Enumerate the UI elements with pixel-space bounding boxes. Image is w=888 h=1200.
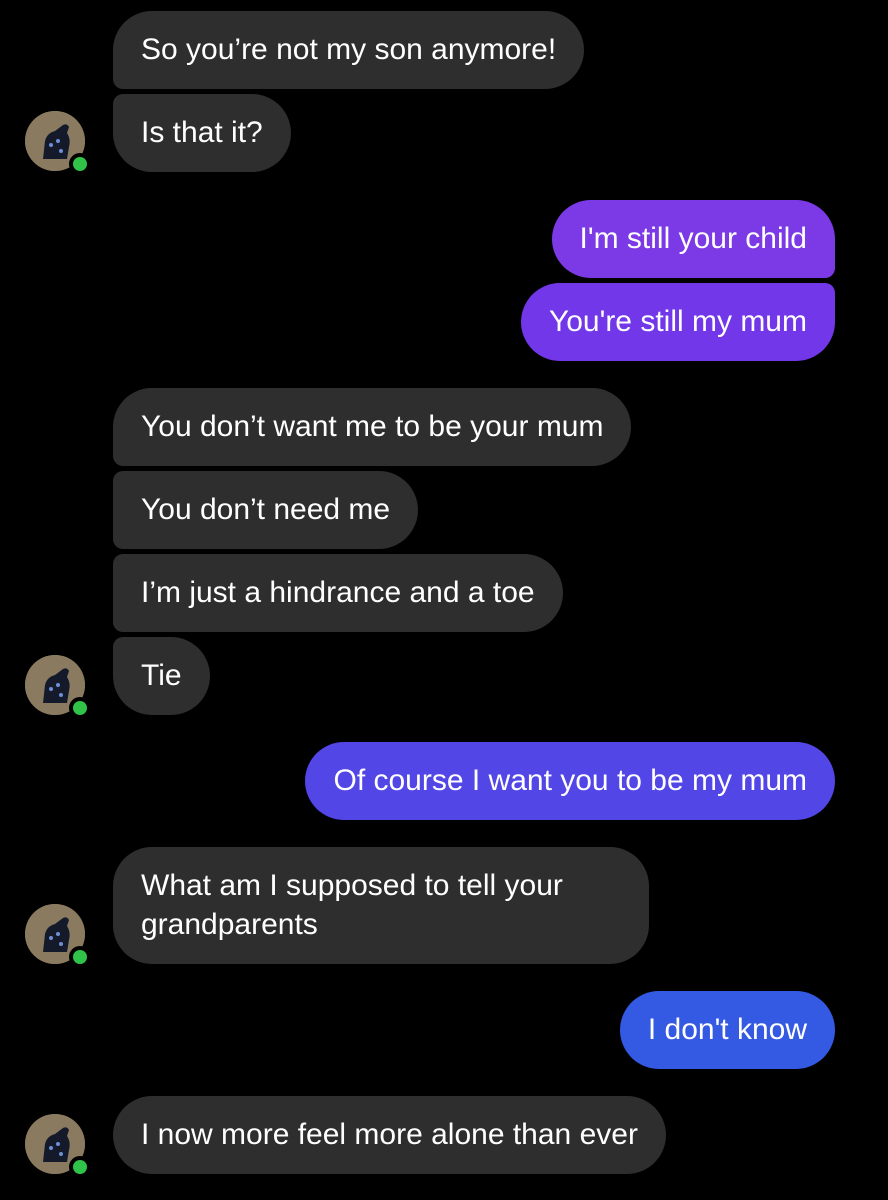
contact-avatar[interactable] — [25, 111, 91, 175]
message-bubble-outgoing[interactable]: You're still my mum — [520, 283, 835, 361]
message-bubble-incoming[interactable]: I’m just a hindrance and a toe — [113, 554, 563, 632]
online-status-icon — [69, 946, 91, 968]
message-bubble-incoming[interactable]: Is that it? — [113, 94, 291, 172]
message-bubble-outgoing[interactable]: I'm still your child — [551, 200, 835, 278]
message-bubble-outgoing[interactable]: Of course I want you to be my mum — [305, 742, 835, 820]
online-status-icon — [69, 1156, 91, 1178]
message-bubble-outgoing[interactable]: I don't know — [619, 991, 835, 1069]
message-bubble-incoming[interactable]: So you’re not my son anymore! — [113, 11, 585, 89]
contact-avatar[interactable] — [25, 1114, 91, 1178]
online-status-icon — [69, 697, 91, 719]
message-bubble-incoming[interactable]: You don’t need me — [113, 471, 419, 549]
contact-avatar[interactable] — [25, 904, 91, 968]
online-status-icon — [69, 153, 91, 175]
message-bubble-incoming[interactable]: You don’t want me to be your mum — [113, 388, 632, 466]
message-bubble-incoming[interactable]: Tie — [113, 637, 210, 715]
contact-avatar[interactable] — [25, 655, 91, 719]
message-bubble-incoming[interactable]: I now more feel more alone than ever — [113, 1096, 666, 1174]
message-bubble-incoming[interactable]: What am I supposed to tell your grandpar… — [113, 847, 649, 964]
